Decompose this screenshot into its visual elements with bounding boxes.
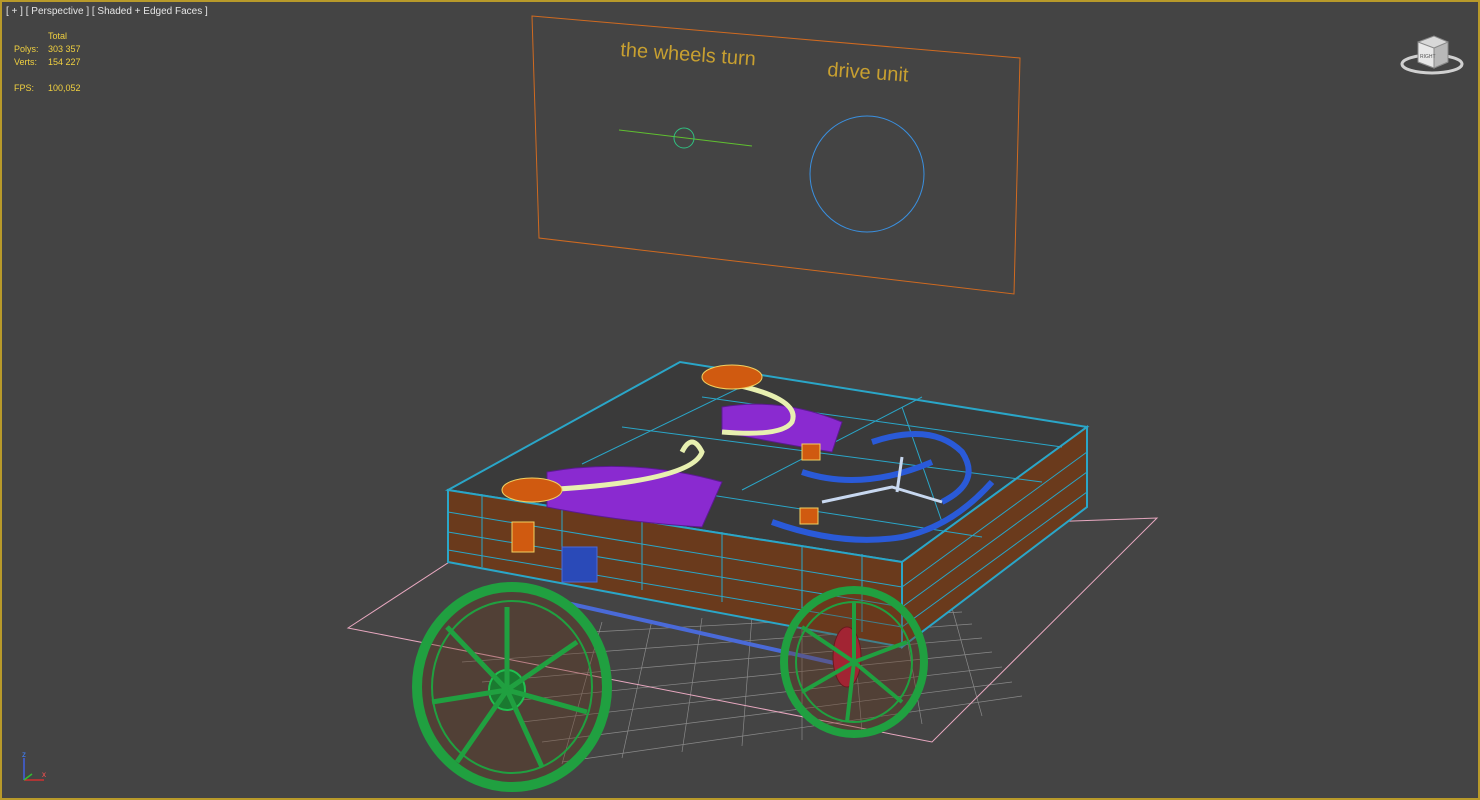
- rear-right-wheel[interactable]: [780, 586, 928, 738]
- axis-tripod-icon: z x: [22, 750, 46, 781]
- viewcube-face-label: RIGHT: [1420, 54, 1436, 60]
- polys-label: Polys:: [14, 44, 39, 54]
- statistics-overlay: Total Polys: 303 357 Verts: 154 227 FPS:…: [14, 30, 81, 95]
- verts-label: Verts:: [14, 57, 38, 67]
- viewcube-icon[interactable]: RIGHT: [1400, 28, 1464, 78]
- fps-value: 100,052: [48, 83, 81, 93]
- viewport-label-menu[interactable]: [ + ] [ Perspective ] [ Shaded + Edged F…: [6, 6, 208, 18]
- axis-z-label: z: [22, 750, 26, 759]
- fps-label: FPS:: [14, 83, 35, 93]
- stats-total-header: Total: [48, 31, 68, 41]
- viewport-view-menu[interactable]: [ Perspective ]: [26, 6, 89, 17]
- panel-label-left: the wheels turn: [620, 39, 757, 70]
- text-panel-frame[interactable]: [531, 15, 1021, 295]
- perspective-viewport[interactable]: the wheels turn drive unit [+] [Persp…: [0, 0, 1480, 800]
- viewport-plus-menu[interactable]: [ + ]: [6, 6, 23, 17]
- stats-verts-row: Verts: 154 227: [14, 56, 81, 69]
- stats-polys-row: Polys: 303 357: [14, 43, 81, 56]
- polys-value: 303 357: [48, 44, 81, 54]
- verts-value: 154 227: [48, 57, 81, 67]
- stats-fps-row: FPS: 100,052: [14, 82, 81, 95]
- panel-label-right: drive unit: [827, 59, 910, 87]
- axis-x-label: x: [42, 770, 46, 779]
- scene-canvas[interactable]: the wheels turn drive unit: [2, 2, 1478, 798]
- viewport-shading-menu[interactable]: [ Shaded + Edged Faces ]: [92, 6, 208, 17]
- drive-unit-circle: [809, 115, 925, 233]
- front-left-wheel[interactable]: [412, 582, 612, 792]
- wheel-axis-line: [618, 129, 753, 147]
